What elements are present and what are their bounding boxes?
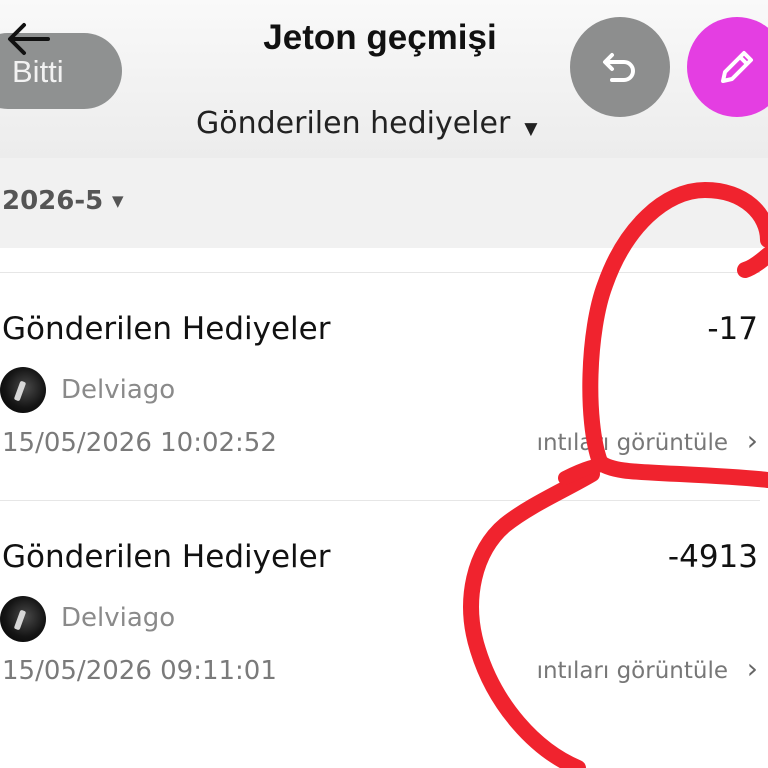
- divider: [0, 272, 760, 273]
- month-selector-label[interactable]: 2026-5: [2, 186, 103, 216]
- filter-dropdown[interactable]: Gönderilen hediyeler ▼: [196, 106, 537, 146]
- transaction-title: Gönderilen Hediyeler: [2, 539, 331, 575]
- transaction-datetime: 15/05/2026 10:02:52: [2, 428, 277, 458]
- chevron-right-icon[interactable]: ›: [747, 424, 758, 457]
- avatar: [0, 596, 46, 642]
- view-details-link[interactable]: ıntıları görüntüle: [537, 658, 728, 684]
- undo-icon: [603, 53, 635, 82]
- filter-dropdown-label: Gönderilen hediyeler: [196, 106, 511, 141]
- transaction-amount: -17: [707, 311, 758, 347]
- view-details-link[interactable]: ıntıları görüntüle: [537, 430, 728, 456]
- avatar: [0, 367, 46, 413]
- undo-button[interactable]: [570, 17, 670, 117]
- caret-down-icon[interactable]: ▼: [112, 192, 124, 210]
- pencil-icon: [721, 51, 753, 83]
- transaction-datetime: 15/05/2026 09:11:01: [2, 656, 277, 686]
- caret-down-icon: ▼: [524, 118, 538, 139]
- transaction-amount: -4913: [667, 539, 758, 575]
- divider: [0, 500, 760, 501]
- chevron-right-icon[interactable]: ›: [747, 652, 758, 685]
- transaction-user: Delviago: [61, 603, 176, 633]
- transaction-title: Gönderilen Hediyeler: [2, 311, 331, 347]
- transaction-user: Delviago: [61, 375, 176, 405]
